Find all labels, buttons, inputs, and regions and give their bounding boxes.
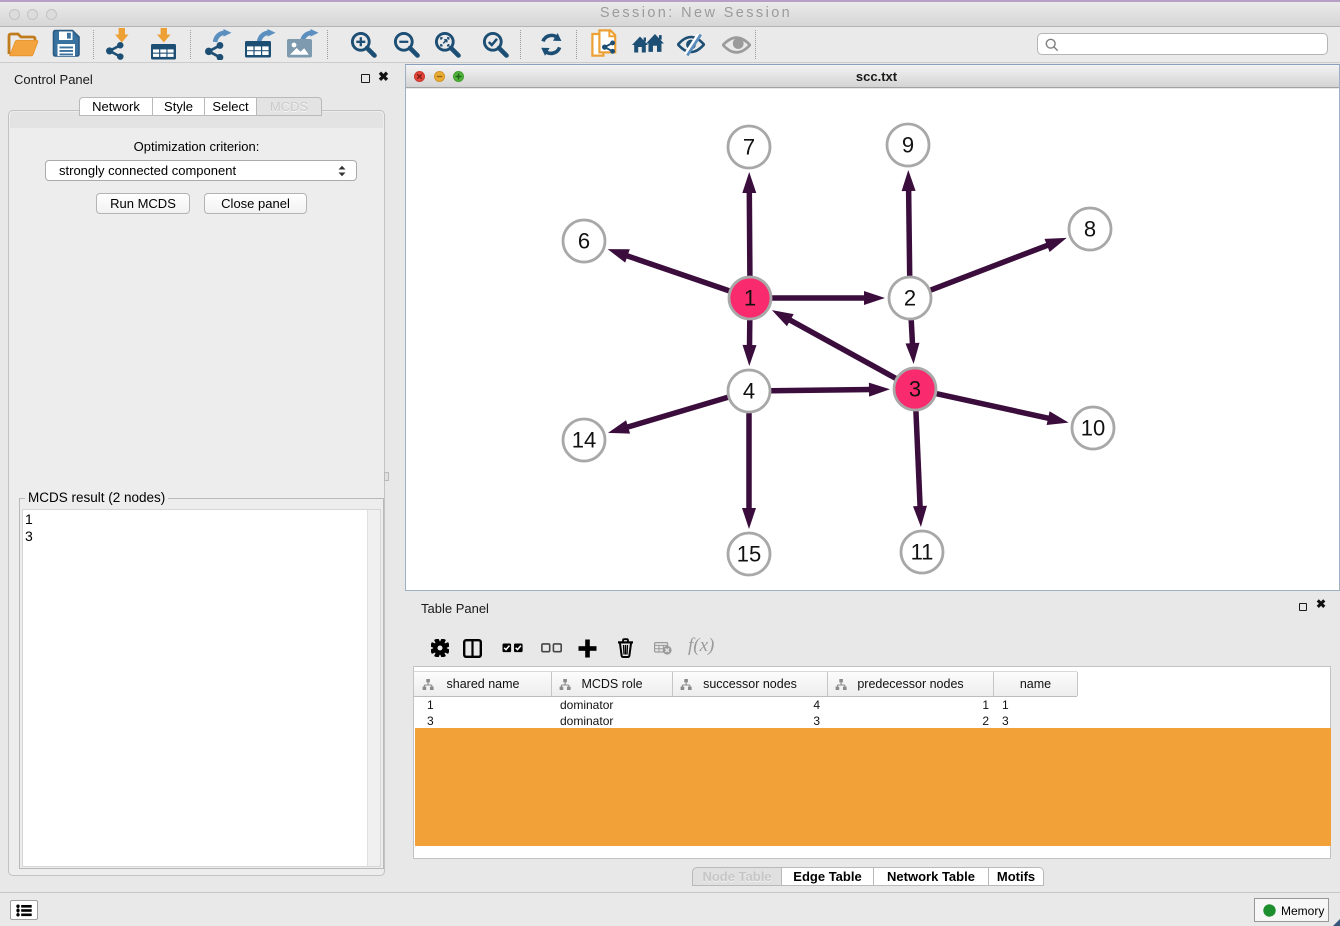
svg-text:2: 2 bbox=[904, 286, 916, 311]
svg-text:15: 15 bbox=[737, 542, 761, 567]
svg-text:9: 9 bbox=[902, 133, 914, 158]
svg-text:6: 6 bbox=[578, 229, 590, 254]
svg-text:11: 11 bbox=[911, 540, 934, 565]
svg-text:3: 3 bbox=[909, 377, 921, 402]
svg-text:1: 1 bbox=[744, 286, 756, 311]
svg-text:10: 10 bbox=[1081, 416, 1105, 441]
svg-text:8: 8 bbox=[1084, 217, 1096, 242]
svg-text:7: 7 bbox=[743, 135, 755, 160]
svg-text:4: 4 bbox=[743, 379, 755, 404]
svg-text:14: 14 bbox=[572, 428, 596, 453]
